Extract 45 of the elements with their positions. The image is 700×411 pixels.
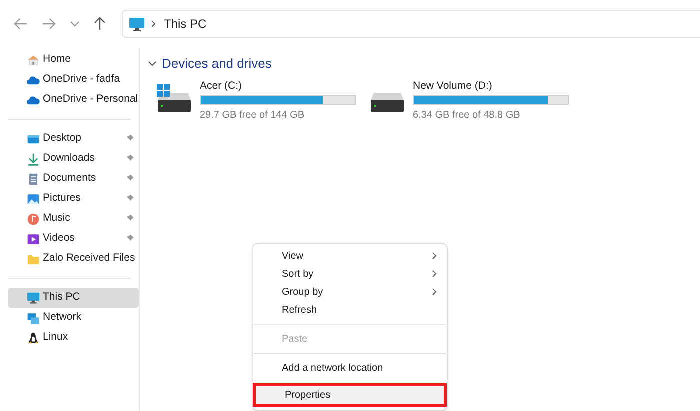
cloud-icon	[27, 94, 40, 106]
sidebar-item[interactable]: Linux	[8, 328, 139, 348]
sidebar-item[interactable]: Pictures	[8, 189, 139, 209]
menu-item[interactable]: Add a network location	[253, 359, 447, 377]
menu-item[interactable]: Group by	[253, 283, 447, 301]
sidebar-item[interactable]: OneDrive - Personal	[8, 90, 139, 110]
breadcrumb[interactable]: This PC	[164, 15, 207, 33]
up-icon[interactable]	[94, 17, 106, 31]
video-icon	[27, 232, 40, 246]
penguin-icon	[27, 332, 40, 344]
sidebar-item[interactable]: This PC	[8, 288, 139, 308]
folder-icon	[27, 252, 40, 266]
sidebar-item[interactable]: Zalo Received Files	[8, 249, 139, 269]
section-heading: Devices and drives	[162, 55, 272, 73]
monitor-icon	[129, 16, 145, 32]
music-icon	[27, 212, 40, 226]
drive-name: Acer (C:)	[200, 80, 243, 92]
sidebar-item[interactable]: Network	[8, 308, 139, 328]
menu-item[interactable]: Properties	[253, 383, 447, 407]
menu-item[interactable]: View	[253, 247, 447, 265]
image-icon	[27, 192, 40, 206]
back-icon[interactable]	[14, 18, 28, 30]
sidebar-item[interactable]: Videos	[8, 229, 139, 249]
menu-item[interactable]: Sort by	[253, 265, 447, 283]
address-bar[interactable]: This PC	[122, 10, 700, 38]
download-icon	[27, 152, 40, 166]
sidebar-item[interactable]: Documents	[8, 169, 139, 189]
forward-icon[interactable]	[42, 18, 56, 30]
chevron-right-icon	[151, 20, 156, 28]
network-icon	[27, 312, 40, 324]
drive-name: New Volume (D:)	[413, 80, 494, 92]
cloud-icon	[27, 74, 40, 86]
monitor-icon	[27, 292, 40, 304]
menu-item[interactable]: Refresh	[253, 301, 447, 319]
document-icon	[27, 172, 40, 186]
free-space-text: 6.34 GB free of 48.8 GB	[413, 108, 522, 122]
sidebar-item[interactable]: Music	[8, 209, 139, 229]
sidebar-item[interactable]: OneDrive - fadfa	[8, 70, 139, 90]
house-icon	[27, 54, 40, 66]
sidebar-item[interactable]: Desktop	[8, 129, 139, 149]
desktop-icon	[27, 132, 40, 146]
free-space-text: 29.7 GB free of 144 GB	[200, 108, 306, 122]
sidebar-item[interactable]: Home	[8, 50, 139, 70]
chevron-down-icon[interactable]	[148, 59, 157, 68]
sidebar-item[interactable]: Downloads	[8, 149, 139, 169]
